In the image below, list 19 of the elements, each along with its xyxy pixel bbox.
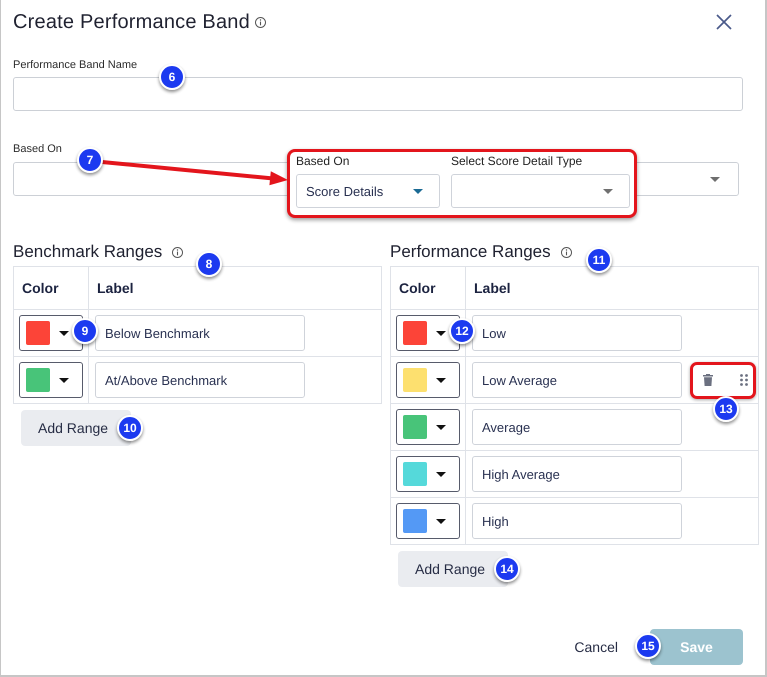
field-label: Based On bbox=[13, 142, 62, 156]
dialog-title: Create Performance Band bbox=[13, 10, 250, 34]
field-label: Based On bbox=[296, 154, 350, 168]
callout-number: 7 bbox=[77, 147, 103, 173]
callout-number: 10 bbox=[117, 415, 143, 441]
section-heading: Benchmark Ranges bbox=[13, 242, 162, 262]
callout-number: 13 bbox=[713, 396, 739, 422]
callout-number: 11 bbox=[586, 247, 612, 273]
callout-number: 15 bbox=[635, 633, 661, 659]
column-header: Label bbox=[473, 279, 512, 298]
callout-number: 14 bbox=[494, 556, 520, 582]
section-heading: Performance Ranges bbox=[390, 242, 551, 262]
column-header: Color bbox=[391, 267, 466, 309]
callout-number: 6 bbox=[159, 64, 185, 90]
callout-number: 8 bbox=[196, 251, 222, 277]
column-header: Color bbox=[14, 267, 89, 309]
column-header: Label bbox=[96, 279, 135, 298]
field-label: Performance Band Name bbox=[13, 58, 138, 72]
field-label: Select Score Detail Type bbox=[451, 154, 582, 168]
